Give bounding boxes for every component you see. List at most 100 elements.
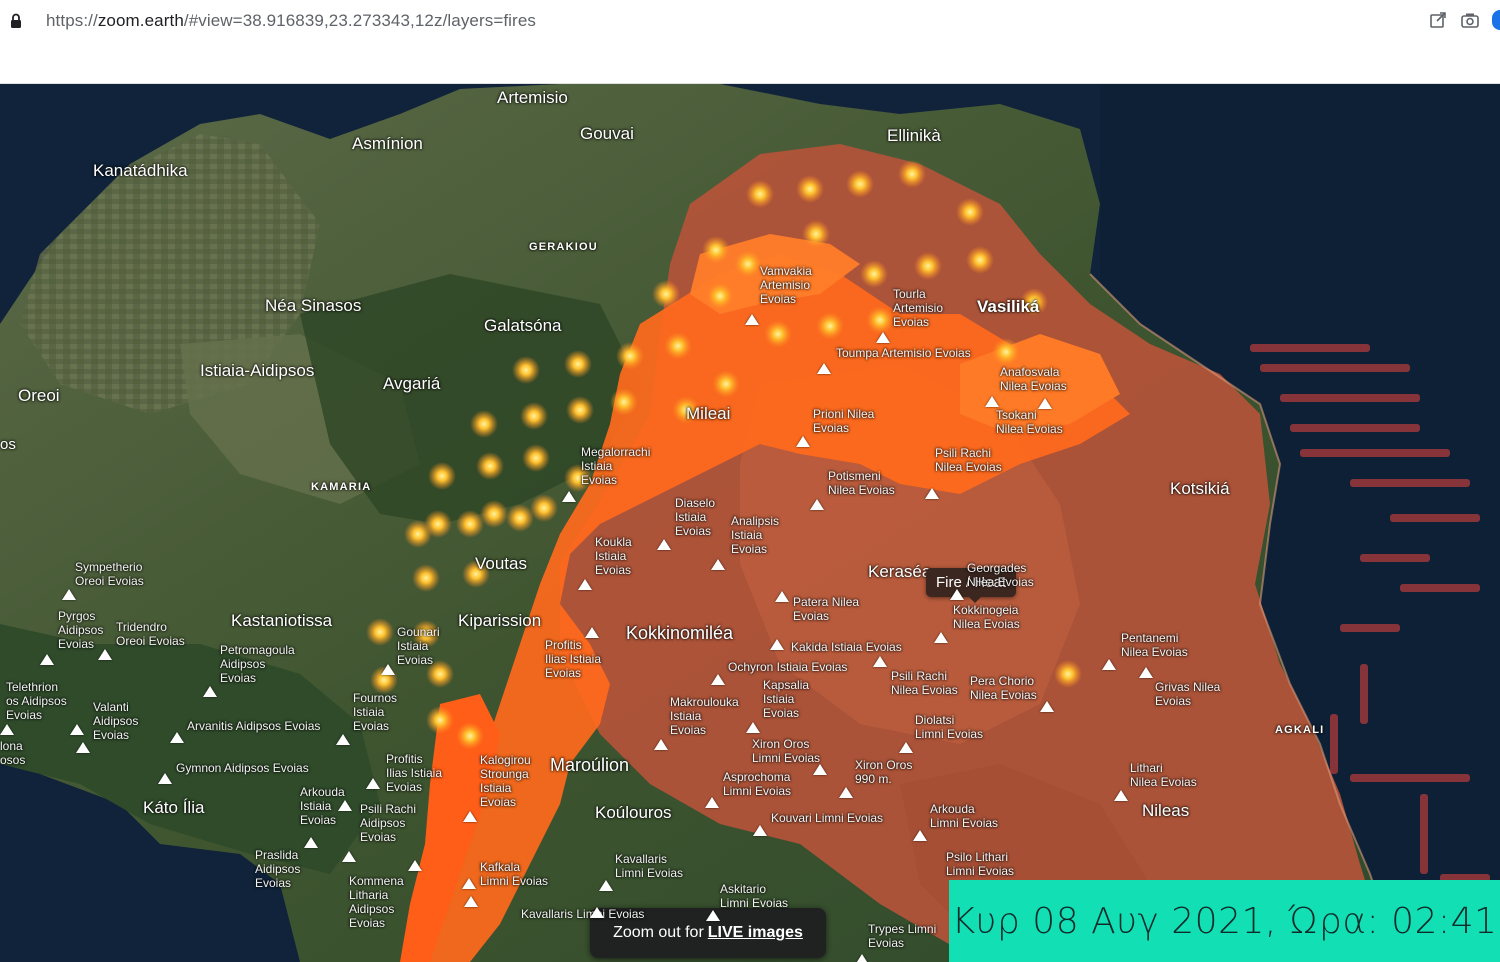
fire-hotspot-icon[interactable]	[914, 252, 942, 280]
fire-hotspot-icon[interactable]	[746, 180, 774, 208]
fire-hotspot-icon[interactable]	[734, 250, 762, 278]
station-label[interactable]: Kommena Litharia Aidipsos Evoias	[349, 874, 404, 930]
station-label[interactable]: Psili Rachi Nilea Evoias	[935, 446, 1002, 474]
station-label[interactable]: Tridendro Oreoi Evoias	[116, 620, 185, 648]
fire-hotspot-icon[interactable]	[476, 452, 504, 480]
station-marker-icon[interactable]	[98, 649, 112, 660]
station-marker-icon[interactable]	[304, 837, 318, 848]
fire-hotspot-icon[interactable]	[566, 396, 594, 424]
fire-hotspot-icon[interactable]	[802, 220, 830, 248]
station-label[interactable]: Kokkinogeia Nilea Evoias	[953, 603, 1020, 631]
station-marker-icon[interactable]	[657, 539, 671, 550]
town-label[interactable]: Kotsikiá	[1170, 479, 1230, 499]
station-label[interactable]: Kavallaris Limni Evoias	[521, 907, 644, 921]
fire-hotspot-icon[interactable]	[966, 246, 994, 274]
town-label[interactable]: Istiaia-Aidipsos	[200, 361, 314, 381]
station-marker-icon[interactable]	[1102, 659, 1116, 670]
town-label[interactable]: Kastaniotissa	[231, 611, 332, 631]
station-label[interactable]: Psilo Lithari Limni Evoias	[946, 850, 1014, 878]
station-marker-icon[interactable]	[810, 499, 824, 510]
station-marker-icon[interactable]	[590, 907, 604, 918]
station-marker-icon[interactable]	[711, 559, 725, 570]
fire-hotspot-icon[interactable]	[846, 170, 874, 198]
station-marker-icon[interactable]	[934, 632, 948, 643]
station-label[interactable]: Pentanemi Nilea Evoias	[1121, 631, 1188, 659]
station-label[interactable]: Trypes Limni Evoias	[868, 922, 936, 950]
station-marker-icon[interactable]	[462, 878, 476, 889]
live-images-link[interactable]: LIVE images	[708, 924, 803, 942]
fire-hotspot-icon[interactable]	[456, 510, 484, 538]
browser-url-bar[interactable]: https://zoom.earth/#view=38.916839,23.27…	[0, 0, 1500, 44]
fire-hotspot-icon[interactable]	[616, 342, 644, 370]
station-marker-icon[interactable]	[463, 811, 477, 822]
station-label[interactable]: Arkouda Limni Evoias	[930, 802, 998, 830]
town-label[interactable]: Kiparission	[458, 611, 541, 631]
station-marker-icon[interactable]	[336, 734, 350, 745]
station-label[interactable]: Xiron Oros Limni Evoias	[752, 737, 820, 765]
town-label[interactable]: Keraséa	[868, 562, 931, 582]
station-label[interactable]: Sympetherio Oreoi Evoias	[75, 560, 144, 588]
station-marker-icon[interactable]	[1040, 701, 1054, 712]
station-label[interactable]: Diaselo Istiaia Evoias	[675, 496, 715, 538]
station-label[interactable]: Valanti Aidipsos Evoias	[93, 700, 138, 742]
station-label[interactable]: Grivas Nilea Evoias	[1155, 680, 1220, 708]
station-marker-icon[interactable]	[770, 639, 784, 650]
station-marker-icon[interactable]	[873, 656, 887, 667]
station-label[interactable]: Askitario Limni Evoias	[720, 882, 788, 910]
fire-hotspot-icon[interactable]	[456, 722, 484, 750]
fire-hotspot-icon[interactable]	[412, 564, 440, 592]
fire-hotspot-icon[interactable]	[898, 160, 926, 188]
station-marker-icon[interactable]	[1139, 667, 1153, 678]
fire-hotspot-icon[interactable]	[1054, 660, 1082, 688]
station-label[interactable]: Psili Rachi Nilea Evoias	[891, 669, 958, 697]
town-label[interactable]: Voutas	[475, 554, 527, 574]
station-marker-icon[interactable]	[585, 627, 599, 638]
station-label[interactable]: Prioni Nilea Evoias	[813, 407, 874, 435]
station-marker-icon[interactable]	[876, 332, 890, 343]
station-marker-icon[interactable]	[705, 797, 719, 808]
fire-hotspot-icon[interactable]	[706, 282, 734, 310]
town-label[interactable]: Galatsóna	[484, 316, 562, 336]
fire-hotspot-icon[interactable]	[956, 198, 984, 226]
station-label[interactable]: Makroulouka Istiaia Evoias	[670, 695, 739, 737]
station-marker-icon[interactable]	[746, 722, 760, 733]
station-label[interactable]: Arvanitis Aidipsos Evoias	[187, 719, 320, 733]
station-label[interactable]: Patera Nilea Evoias	[793, 595, 859, 623]
station-marker-icon[interactable]	[775, 591, 789, 602]
station-marker-icon[interactable]	[813, 764, 827, 775]
station-marker-icon[interactable]	[562, 491, 576, 502]
station-label[interactable]: Pera Chorio Nilea Evoias	[970, 674, 1037, 702]
station-marker-icon[interactable]	[654, 739, 668, 750]
town-label[interactable]: Nileas	[1142, 801, 1189, 821]
station-marker-icon[interactable]	[76, 742, 90, 753]
station-label[interactable]: Potismeni Nilea Evoias	[828, 469, 895, 497]
station-label[interactable]: Kalogirou Strounga Istiaia Evoias	[480, 753, 531, 809]
town-label[interactable]: Avgariá	[383, 374, 440, 394]
station-marker-icon[interactable]	[950, 589, 964, 600]
station-label[interactable]: Kafkala Limni Evoias	[480, 860, 548, 888]
station-marker-icon[interactable]	[366, 778, 380, 789]
town-label[interactable]: Ellinikà	[887, 126, 941, 146]
station-label[interactable]: Asprochoma Limni Evoias	[723, 770, 791, 798]
station-label[interactable]: Diolatsi Limni Evoias	[915, 713, 983, 741]
station-label[interactable]: Vamvakia Artemisio Evoias	[760, 264, 812, 306]
fire-hotspot-icon[interactable]	[520, 402, 548, 430]
station-label[interactable]: Fournos Istiaia Evoias	[353, 691, 397, 733]
station-label[interactable]: Tourla Artemisio Evoias	[893, 287, 943, 329]
station-marker-icon[interactable]	[753, 825, 767, 836]
extension-icon[interactable]	[1492, 10, 1500, 30]
station-marker-icon[interactable]	[599, 880, 613, 891]
fire-hotspot-icon[interactable]	[712, 370, 740, 398]
fire-hotspot-icon[interactable]	[470, 410, 498, 438]
station-label[interactable]: Pyrgos Aidipsos Evoias	[58, 609, 103, 651]
town-label[interactable]: Vasiliká	[977, 297, 1039, 317]
station-label[interactable]: Georgades Nilea Evoias	[967, 561, 1034, 589]
fire-hotspot-icon[interactable]	[992, 338, 1020, 366]
fire-hotspot-icon[interactable]	[428, 462, 456, 490]
station-marker-icon[interactable]	[342, 851, 356, 862]
fire-hotspot-icon[interactable]	[530, 494, 558, 522]
station-label[interactable]: Ochyron Istiaia Evoias	[728, 660, 847, 674]
station-marker-icon[interactable]	[170, 732, 184, 743]
fire-hotspot-icon[interactable]	[816, 312, 844, 340]
station-label[interactable]: Lithari Nilea Evoias	[1130, 761, 1197, 789]
